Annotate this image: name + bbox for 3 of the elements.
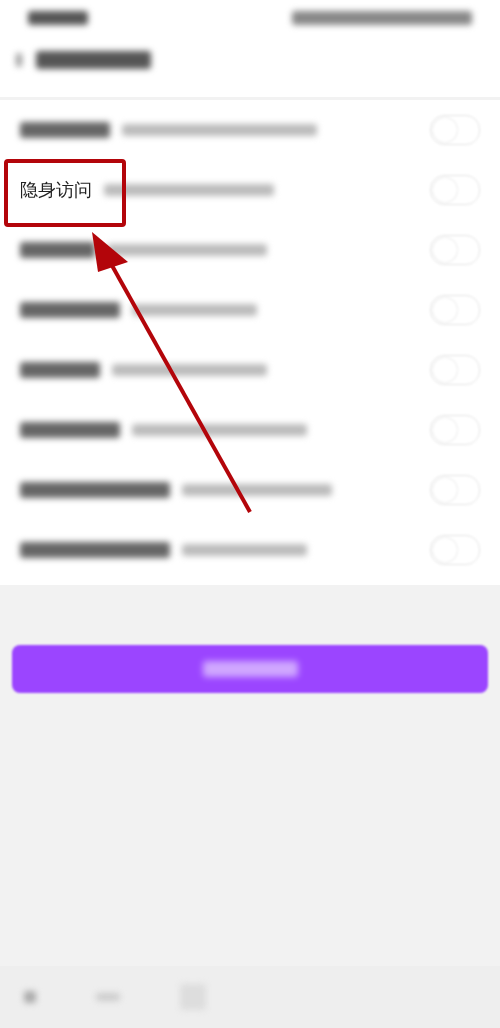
blurred-text-drawing xyxy=(28,10,88,25)
setting-label: 隐身访问 xyxy=(20,178,92,202)
action-button[interactable] xyxy=(12,645,488,693)
